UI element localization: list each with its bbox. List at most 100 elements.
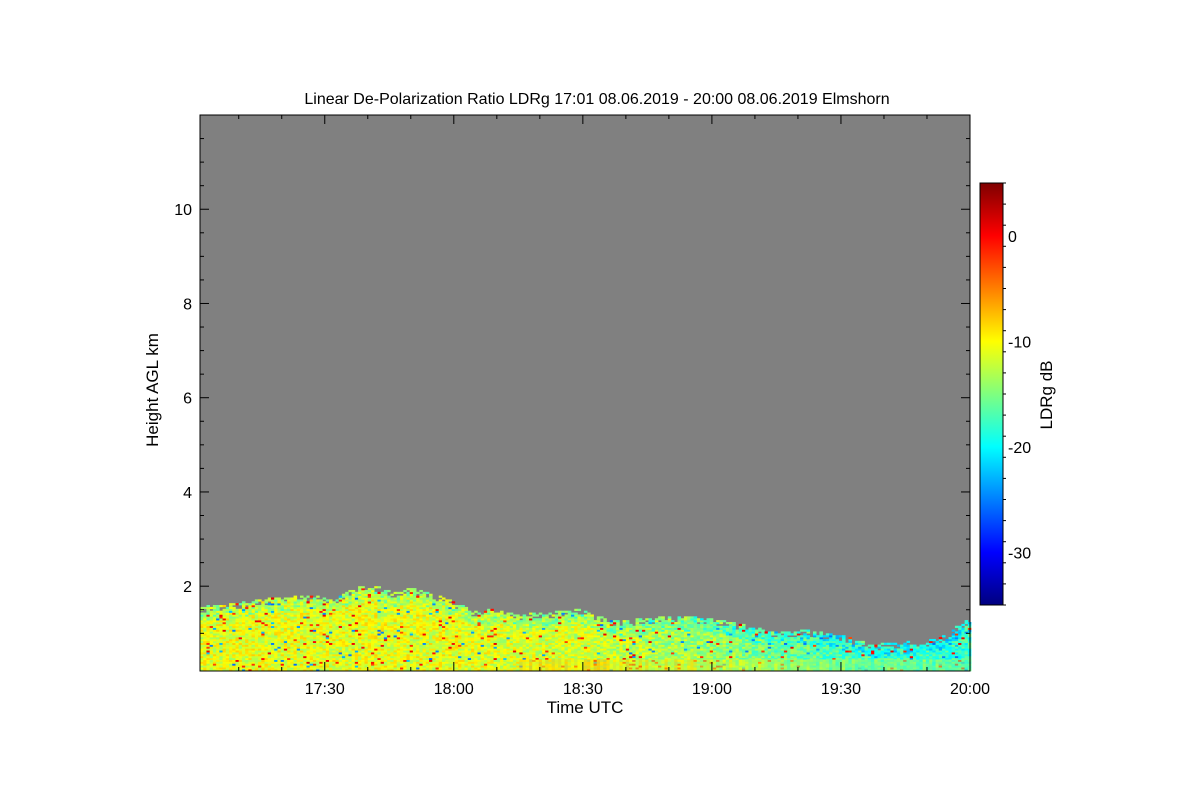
heatmap-cell — [332, 610, 336, 613]
heatmap-cell — [225, 637, 230, 640]
heatmap-cell — [358, 616, 362, 619]
heatmap-cell — [493, 648, 498, 651]
heatmap-cell — [393, 606, 398, 610]
heatmap-cell — [238, 614, 243, 617]
heatmap-cell — [209, 657, 214, 660]
heatmap-cell — [222, 665, 227, 668]
heatmap-cell — [467, 652, 472, 655]
heatmap-cell — [496, 629, 501, 632]
heatmap-cell — [471, 648, 475, 651]
heatmap-cell — [561, 642, 565, 645]
heatmap-cell — [529, 616, 533, 619]
heatmap-cell — [648, 637, 652, 640]
heatmap-cell — [493, 640, 498, 644]
heatmap-cell — [245, 665, 249, 668]
heatmap-cell — [258, 599, 262, 602]
heatmap-cell — [258, 644, 262, 647]
heatmap-cell — [596, 650, 601, 653]
heatmap-cell — [461, 667, 465, 670]
heatmap-cell — [351, 610, 356, 613]
heatmap-cell — [600, 638, 604, 642]
heatmap-cell — [361, 595, 365, 598]
heatmap-cell — [412, 593, 417, 596]
heatmap-cell — [241, 665, 246, 668]
heatmap-cell — [509, 618, 514, 621]
heatmap-cell — [522, 637, 527, 640]
heatmap-cell — [203, 627, 207, 630]
heatmap-cell — [474, 648, 478, 651]
heatmap-cell — [232, 665, 236, 668]
heatmap-cell — [538, 642, 543, 645]
heatmap-cell — [654, 646, 659, 649]
heatmap-cell — [612, 646, 617, 649]
heatmap-cell — [316, 659, 320, 662]
heatmap-cell — [325, 657, 330, 660]
heatmap-cell — [319, 612, 323, 615]
heatmap-cell — [629, 646, 633, 649]
heatmap-cell — [319, 616, 323, 619]
heatmap-cell — [445, 629, 449, 632]
heatmap-cell — [229, 640, 233, 644]
heatmap-cell — [225, 654, 230, 657]
heatmap-cell — [412, 652, 417, 655]
heatmap-cell — [367, 629, 372, 632]
heatmap-cell — [300, 644, 304, 647]
heatmap-cell — [241, 667, 246, 670]
heatmap-cell — [648, 654, 652, 657]
heatmap-cell — [493, 625, 498, 628]
heatmap-cell — [216, 638, 220, 642]
heatmap-cell — [303, 637, 307, 640]
heatmap-cell — [596, 637, 601, 640]
heatmap-cell — [219, 648, 223, 651]
heatmap-cell — [409, 601, 414, 604]
heatmap-cell — [332, 606, 336, 610]
heatmap-cell — [283, 655, 288, 659]
heatmap-cell — [348, 589, 352, 593]
heatmap-cell — [629, 644, 633, 647]
heatmap-cell — [258, 606, 262, 610]
heatmap-cell — [274, 637, 278, 640]
heatmap-cell — [219, 640, 223, 644]
heatmap-cell — [293, 635, 298, 638]
heatmap-cell — [332, 608, 336, 611]
heatmap-cell — [374, 593, 378, 596]
heatmap-cell — [403, 635, 407, 638]
heatmap-cell — [590, 640, 594, 644]
heatmap-cell — [642, 644, 646, 647]
heatmap-cell — [451, 616, 456, 619]
heatmap-cell — [412, 620, 417, 623]
heatmap-cell — [241, 616, 246, 619]
heatmap-cell — [277, 642, 281, 645]
heatmap-cell — [345, 605, 349, 608]
heatmap-cell — [525, 642, 530, 645]
heatmap-cell — [293, 627, 298, 630]
heatmap-cell — [445, 623, 449, 627]
heatmap-cell — [654, 654, 659, 657]
heatmap-cell — [222, 627, 227, 630]
heatmap-cell — [506, 667, 511, 670]
heatmap-cell — [374, 667, 378, 670]
heatmap-cell — [361, 601, 365, 604]
heatmap-cell — [377, 595, 381, 598]
heatmap-cell — [354, 633, 359, 636]
heatmap-cell — [351, 667, 356, 670]
heatmap-cell — [590, 638, 594, 642]
heatmap-cell — [393, 650, 398, 653]
heatmap-cell — [519, 640, 523, 644]
heatmap-cell — [522, 633, 527, 636]
heatmap-cell — [306, 616, 310, 619]
heatmap-cell — [474, 655, 478, 659]
heatmap-cell — [461, 657, 465, 660]
heatmap-cell — [593, 652, 598, 655]
heatmap-cell — [516, 638, 520, 642]
heatmap-cell — [409, 597, 414, 600]
heatmap-cell — [477, 635, 481, 638]
heatmap-cell — [241, 625, 246, 628]
heatmap-cell — [474, 629, 478, 632]
heatmap-cell — [464, 629, 469, 632]
heatmap-cell — [264, 631, 269, 634]
heatmap-cell — [438, 618, 443, 621]
heatmap-cell — [438, 627, 443, 630]
heatmap-cell — [383, 597, 388, 600]
heatmap-cell — [222, 623, 227, 627]
